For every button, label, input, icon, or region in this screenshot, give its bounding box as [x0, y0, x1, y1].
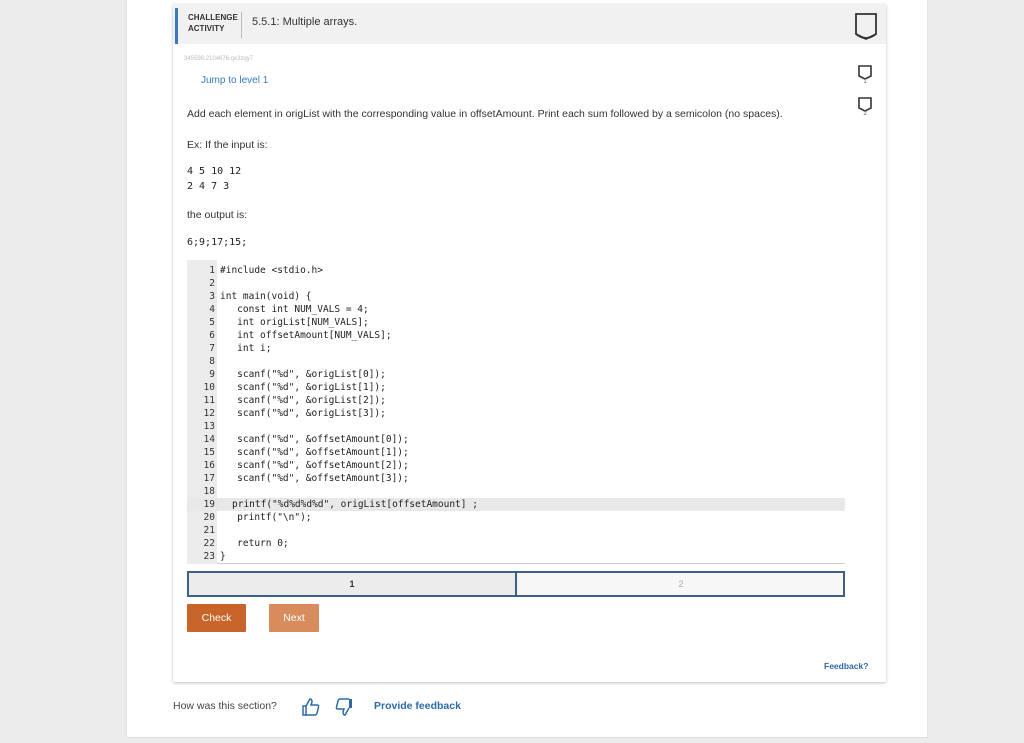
line-number: 18 — [203, 486, 215, 497]
example-input-line-1: 4 5 10 12 — [187, 166, 242, 177]
line-number: 8 — [209, 356, 215, 367]
line-number: 11 — [203, 395, 215, 406]
level-2-number: 2 — [863, 111, 867, 117]
line-number: 5 — [209, 317, 215, 328]
activity-seed: 345598.2104676.qx3zqy7 — [184, 56, 254, 62]
test-tab-1[interactable]: 1 — [189, 573, 517, 595]
code-line[interactable]: 8 — [187, 355, 845, 368]
line-number: 15 — [203, 447, 215, 458]
line-number: 16 — [203, 460, 215, 471]
activity-header: CHALLENGE ACTIVITY 5.5.1: Multiple array… — [173, 4, 886, 44]
code-line[interactable]: 14 scanf("%d", &offsetAmount[0]); — [187, 433, 845, 446]
test-level-tabs: 1 2 — [187, 571, 845, 597]
code-text[interactable]: scanf("%d", &origList[1]); — [220, 381, 386, 394]
line-number: 10 — [203, 382, 215, 393]
code-line[interactable]: 15 scanf("%d", &offsetAmount[1]); — [187, 446, 845, 459]
thumbs-up-icon[interactable] — [301, 697, 321, 717]
code-text[interactable]: scanf("%d", &offsetAmount[0]); — [220, 433, 409, 446]
section-rating-question: How was this section? — [173, 700, 277, 712]
code-line[interactable]: 7 int i; — [187, 342, 845, 355]
code-text[interactable]: scanf("%d", &offsetAmount[2]); — [220, 459, 409, 472]
code-line[interactable]: 10 scanf("%d", &origList[1]); — [187, 381, 845, 394]
level-1-number: 1 — [863, 79, 867, 85]
line-number: 21 — [203, 525, 215, 536]
code-line[interactable]: 13 — [187, 420, 845, 433]
code-text[interactable]: printf("%d%d%d%d", origList[offsetAmount… — [232, 498, 478, 511]
output-intro: the output is: — [187, 209, 248, 221]
jump-to-level-link[interactable]: Jump to level 1 — [201, 75, 268, 86]
header-divider — [241, 12, 242, 38]
example-input-line-2: 2 4 7 3 — [187, 181, 230, 192]
code-text[interactable]: scanf("%d", &origList[3]); — [220, 407, 386, 420]
line-number: 3 — [209, 291, 215, 302]
code-line[interactable]: 1 #include <stdio.h> — [187, 264, 845, 277]
code-text[interactable]: #include <stdio.h> — [220, 264, 323, 277]
line-number: 9 — [209, 369, 215, 380]
code-text[interactable]: } — [220, 550, 226, 563]
line-number: 2 — [209, 278, 215, 289]
line-number: 13 — [203, 421, 215, 432]
code-text[interactable]: scanf("%d", &origList[0]); — [220, 368, 386, 381]
code-line[interactable]: 9 scanf("%d", &origList[0]); — [187, 368, 845, 381]
code-text[interactable]: printf("\n"); — [220, 511, 311, 524]
code-line[interactable]: 17 scanf("%d", &offsetAmount[3]); — [187, 472, 845, 485]
line-number: 17 — [203, 473, 215, 484]
code-line[interactable]: 3 int main(void) { — [187, 290, 845, 303]
challenge-prompt: Add each element in origList with the co… — [187, 108, 783, 120]
provide-feedback-link[interactable]: Provide feedback — [374, 700, 461, 712]
line-number: 14 — [203, 434, 215, 445]
activity-completion-icon — [855, 13, 877, 41]
line-number: 23 — [203, 551, 215, 562]
code-text[interactable]: return 0; — [220, 537, 288, 550]
code-line[interactable]: 6 int offsetAmount[NUM_VALS]; — [187, 329, 845, 342]
code-line[interactable]: 5 int origList[NUM_VALS]; — [187, 316, 845, 329]
code-text[interactable]: int origList[NUM_VALS]; — [220, 316, 369, 329]
level-1-icon[interactable]: 1 — [857, 64, 873, 88]
line-number: 22 — [203, 538, 215, 549]
code-line[interactable]: 23} — [187, 550, 845, 563]
level-1-shape-icon — [858, 65, 872, 80]
code-text[interactable]: int offsetAmount[NUM_VALS]; — [220, 329, 391, 342]
line-number: 6 — [209, 330, 215, 341]
code-line[interactable]: 16 scanf("%d", &offsetAmount[2]); — [187, 459, 845, 472]
code-line[interactable]: 2 — [187, 277, 845, 290]
example-intro: Ex: If the input is: — [187, 139, 268, 151]
code-line[interactable]: 11 scanf("%d", &origList[2]); — [187, 394, 845, 407]
example-output: 6;9;17;15; — [187, 237, 248, 248]
code-text[interactable]: scanf("%d", &offsetAmount[1]); — [220, 446, 409, 459]
code-line[interactable]: 21 — [187, 524, 845, 537]
line-number: 4 — [209, 304, 215, 315]
code-text[interactable]: int main(void) { — [220, 290, 312, 303]
code-text[interactable]: int i; — [220, 342, 271, 355]
next-button[interactable]: Next — [269, 604, 319, 632]
activity-type-label: CHALLENGE ACTIVITY — [175, 8, 240, 44]
code-line[interactable]: 18 — [187, 485, 845, 498]
line-number: 12 — [203, 408, 215, 419]
code-line[interactable]: 19 printf("%d%d%d%d", origList[offsetAmou… — [187, 498, 845, 511]
activity-title: 5.5.1: Multiple arrays. — [252, 16, 358, 28]
line-number: 19 — [203, 499, 215, 510]
code-line[interactable]: 4 const int NUM_VALS = 4; — [187, 303, 845, 316]
code-text[interactable]: scanf("%d", &offsetAmount[3]); — [220, 472, 409, 485]
code-line[interactable]: 12 scanf("%d", &origList[3]); — [187, 407, 845, 420]
feedback-link[interactable]: Feedback? — [824, 661, 868, 671]
challenge-activity-card: CHALLENGE ACTIVITY 5.5.1: Multiple array… — [173, 4, 886, 682]
code-line[interactable]: 20 printf("\n"); — [187, 511, 845, 524]
code-editor[interactable]: 1 #include <stdio.h> 2 3 int main(void) {4 c… — [187, 260, 845, 564]
test-tab-2[interactable]: 2 — [519, 573, 843, 595]
level-2-icon[interactable]: 2 — [857, 96, 873, 120]
check-button[interactable]: Check — [187, 604, 246, 632]
line-number: 20 — [203, 512, 215, 523]
code-text[interactable]: const int NUM_VALS = 4; — [220, 303, 369, 316]
line-number: 1 — [209, 265, 215, 276]
thumbs-down-icon[interactable] — [334, 697, 354, 717]
code-text[interactable]: scanf("%d", &origList[2]); — [220, 394, 386, 407]
line-number: 7 — [209, 343, 215, 354]
level-2-shape-icon — [858, 97, 872, 112]
code-line[interactable]: 22 return 0; — [187, 537, 845, 550]
